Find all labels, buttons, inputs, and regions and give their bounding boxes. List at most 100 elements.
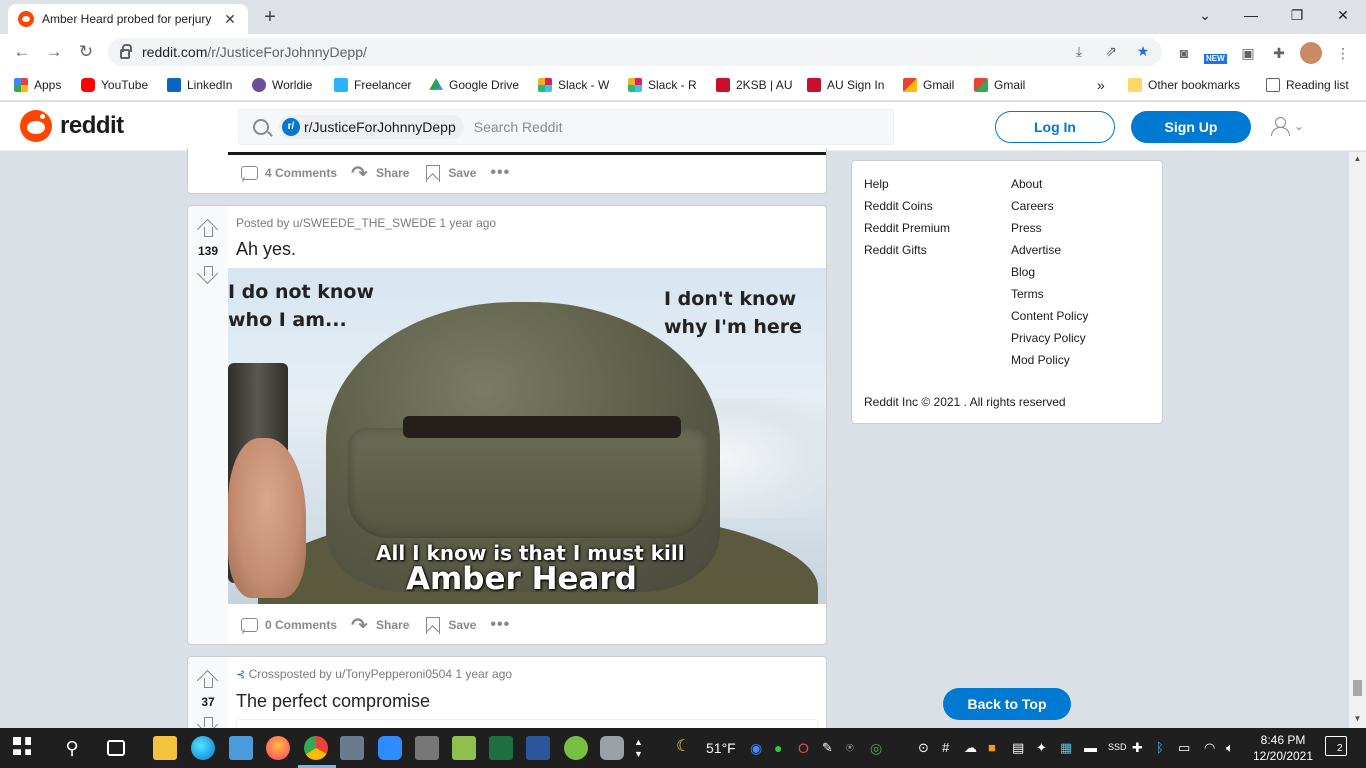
tray-check-icon[interactable]: ● xyxy=(774,740,782,756)
upvote-icon[interactable] xyxy=(197,216,219,238)
save-button[interactable]: Save xyxy=(419,158,486,188)
forward-icon[interactable]: → xyxy=(42,40,66,64)
post-title[interactable]: The perfect compromise xyxy=(236,691,430,712)
bookmarks-overflow-icon[interactable]: » xyxy=(1097,76,1105,94)
footer-link-press[interactable]: Press xyxy=(1011,221,1042,235)
bookmark-google-drive[interactable]: Google Drive xyxy=(429,76,519,94)
scroll-down-icon[interactable]: ▼ xyxy=(1353,714,1362,723)
footer-link-careers[interactable]: Careers xyxy=(1011,199,1054,213)
weather-temp[interactable]: 51°F xyxy=(706,740,736,756)
bookmark-star-icon[interactable]: ★ xyxy=(1134,42,1152,60)
post-card[interactable]: 139 Posted by u/SWEEDE_THE_SWEDE 1 year … xyxy=(187,205,827,645)
tray-chrome-icon[interactable]: ◎ xyxy=(870,740,882,757)
page-scrollbar[interactable]: ▲ ▼ xyxy=(1349,152,1366,728)
android-emulator-icon[interactable] xyxy=(564,736,588,760)
tray-icon-3[interactable]: ▤ xyxy=(1012,740,1024,756)
opera-icon[interactable]: O xyxy=(798,740,809,756)
minimize-icon[interactable]: — xyxy=(1228,0,1274,30)
user-menu[interactable]: ⌄ xyxy=(1270,116,1304,136)
sign-up-button[interactable]: Sign Up xyxy=(1131,111,1251,143)
notepad-icon[interactable] xyxy=(452,736,476,760)
tray-icon-2[interactable]: ■ xyxy=(988,740,996,755)
tray-icon-6[interactable]: ▬ xyxy=(1084,740,1097,755)
install-icon[interactable]: ⤓ xyxy=(1070,42,1088,60)
footer-link-reddit-gifts[interactable]: Reddit Gifts xyxy=(864,243,927,257)
restore-icon[interactable]: ❐ xyxy=(1274,0,1320,30)
bookmark-linkedin[interactable]: LinkedIn xyxy=(167,76,232,94)
bookmark-youtube[interactable]: YouTube xyxy=(81,76,148,94)
bookmark-2ksb-au[interactable]: 2KSB | AU xyxy=(716,76,792,94)
bookmark-slack-w[interactable]: Slack - W xyxy=(538,76,609,94)
chrome-icon[interactable] xyxy=(304,736,328,760)
scroll-up-icon[interactable]: ▲ xyxy=(1353,154,1362,163)
footer-link-reddit-premium[interactable]: Reddit Premium xyxy=(864,221,950,235)
browser-tab[interactable]: Amber Heard probed for perjury ✕ xyxy=(8,4,248,34)
upvote-icon[interactable] xyxy=(197,667,219,689)
bookmark-apps[interactable]: Apps xyxy=(14,76,61,94)
search-input[interactable]: r/ r/JusticeForJohnnyDepp Search Reddit xyxy=(238,109,894,145)
taskbar-scroll-icon[interactable]: ▲ ▼ xyxy=(634,736,643,760)
bookmark-au-sign-in[interactable]: AU Sign In xyxy=(807,76,884,94)
tray-icon-5[interactable]: ▦ xyxy=(1060,740,1072,756)
windows-start-icon[interactable] xyxy=(12,736,36,760)
log-in-button[interactable]: Log In xyxy=(995,111,1115,143)
avatar[interactable] xyxy=(1300,42,1322,64)
post-image[interactable]: I do not know who I am... I don't know w… xyxy=(228,268,826,604)
profile-extension-icon[interactable]: ▣ xyxy=(1237,42,1259,64)
back-icon[interactable]: ← xyxy=(10,40,34,64)
footer-link-help[interactable]: Help xyxy=(864,177,889,191)
bookmark-freelancer[interactable]: Freelancer xyxy=(334,76,411,94)
search-icon[interactable]: ⚲ xyxy=(60,736,84,760)
footer-link-reddit-coins[interactable]: Reddit Coins xyxy=(864,199,933,213)
scroll-thumb[interactable] xyxy=(1353,680,1362,696)
more-options-icon[interactable]: ••• xyxy=(486,158,520,188)
reload-icon[interactable]: ↻ xyxy=(74,40,98,64)
tray-icon-4[interactable]: ✦ xyxy=(1036,740,1047,756)
back-to-top-button[interactable]: Back to Top xyxy=(943,688,1071,720)
zoom-icon[interactable] xyxy=(378,736,402,760)
footer-link-blog[interactable]: Blog xyxy=(1011,265,1035,279)
share-page-icon[interactable]: ⇗ xyxy=(1102,42,1120,60)
file-explorer-icon[interactable] xyxy=(153,736,177,760)
address-bar[interactable]: reddit.com/r/JusticeForJohnnyDepp/ xyxy=(108,38,1162,66)
comments-button[interactable]: 4 Comments xyxy=(236,158,347,188)
close-tab-icon[interactable]: ✕ xyxy=(222,11,238,28)
tray-icon-7[interactable]: ✚ xyxy=(1132,740,1143,756)
battery-icon[interactable]: ▭ xyxy=(1178,740,1190,756)
new-extension-icon[interactable]: NEW xyxy=(1203,42,1229,64)
footer-link-content-policy[interactable]: Content Policy xyxy=(1011,309,1088,323)
lock-icon[interactable] xyxy=(120,44,132,59)
tray-ssd-icon[interactable]: SSD xyxy=(1108,742,1127,752)
subreddit-filter-chip[interactable]: r/ r/JusticeForJohnnyDepp xyxy=(279,115,464,139)
save-button[interactable]: Save xyxy=(419,610,486,640)
tray-tool-icon[interactable]: ✎ xyxy=(822,740,833,756)
taskbar-clock[interactable]: 8:46 PM 12/20/2021 xyxy=(1250,732,1316,764)
share-button[interactable]: Share xyxy=(347,158,419,188)
tray-icon-1[interactable]: ⊙ xyxy=(918,740,929,756)
chrome-menu-icon[interactable]: ⋮ xyxy=(1332,42,1354,64)
wifi-icon[interactable]: ◠ xyxy=(1204,740,1215,756)
notifications-icon[interactable]: 2 xyxy=(1325,736,1347,756)
downvote-icon[interactable] xyxy=(197,266,219,288)
post-title[interactable]: Ah yes. xyxy=(236,239,296,260)
calculator-icon[interactable] xyxy=(415,736,439,760)
control-panel-icon[interactable] xyxy=(229,736,253,760)
share-button[interactable]: Share xyxy=(347,610,419,640)
close-window-icon[interactable]: ✕ xyxy=(1320,0,1366,30)
footer-link-mod-policy[interactable]: Mod Policy xyxy=(1011,353,1070,367)
reading-list[interactable]: Reading list xyxy=(1266,76,1349,94)
footer-link-privacy-policy[interactable]: Privacy Policy xyxy=(1011,331,1086,345)
tray-usb-icon[interactable]: ⍟ xyxy=(846,740,854,756)
camera-app-icon[interactable] xyxy=(600,736,624,760)
comments-button[interactable]: 0 Comments xyxy=(236,610,347,640)
footer-link-terms[interactable]: Terms xyxy=(1011,287,1044,301)
onedrive-icon[interactable]: ☁ xyxy=(964,740,977,756)
volume-icon[interactable]: 🔈︎ xyxy=(1226,740,1234,756)
bookmark-gmail-1[interactable]: Gmail xyxy=(903,76,954,94)
bookmark-worldie[interactable]: Worldie xyxy=(252,76,312,94)
reddit-logo[interactable]: reddit xyxy=(20,110,124,142)
footer-link-about[interactable]: About xyxy=(1011,177,1042,191)
extensions-puzzle-icon[interactable]: ✚ xyxy=(1268,42,1290,64)
other-bookmarks[interactable]: Other bookmarks xyxy=(1128,76,1240,94)
edge-icon[interactable] xyxy=(191,736,215,760)
